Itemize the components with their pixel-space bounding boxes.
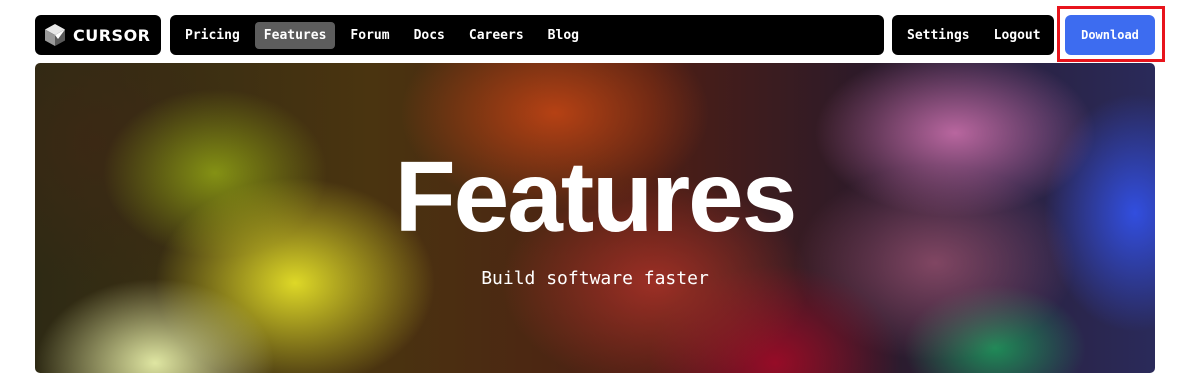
hero-title: Features — [394, 141, 798, 253]
account-navigation: Settings Logout — [892, 15, 1054, 55]
nav-careers[interactable]: Careers — [460, 22, 533, 49]
nav-blog[interactable]: Blog — [539, 22, 588, 49]
nav-logout[interactable]: Logout — [985, 22, 1050, 49]
page: CURSOR Pricing Features Forum Docs Caree… — [0, 0, 1189, 378]
nav-features[interactable]: Features — [254, 21, 336, 49]
logo-text: CURSOR — [73, 25, 151, 45]
nav-forum[interactable]: Forum — [341, 22, 398, 49]
logo-link[interactable]: CURSOR — [35, 15, 161, 55]
cursor-logo-icon — [45, 24, 65, 46]
hero-banner: Features Build software faster — [35, 63, 1155, 373]
nav-settings[interactable]: Settings — [898, 22, 979, 49]
nav-pricing[interactable]: Pricing — [176, 22, 249, 49]
nav-docs[interactable]: Docs — [405, 22, 454, 49]
hero-subtitle: Build software faster — [481, 268, 709, 289]
download-button[interactable]: Download — [1065, 15, 1155, 55]
main-navigation: Pricing Features Forum Docs Careers Blog — [170, 15, 884, 55]
